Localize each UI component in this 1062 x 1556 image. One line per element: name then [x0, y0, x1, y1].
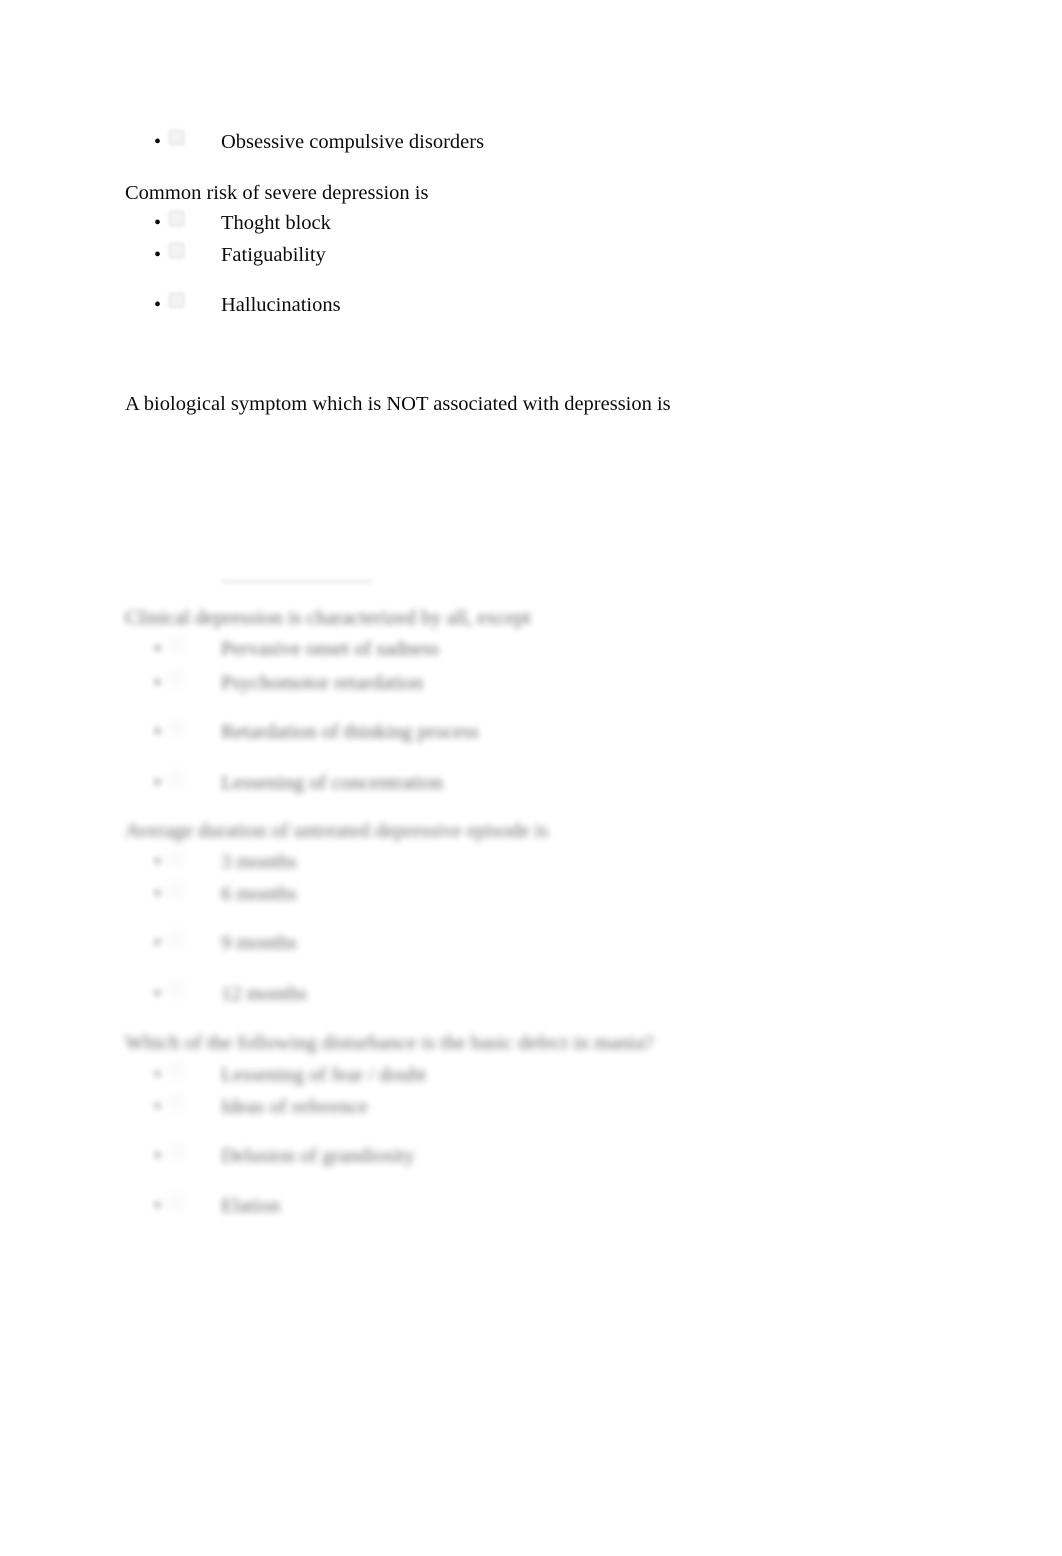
list-item[interactable]: • Fatiguability [125, 243, 326, 269]
bullet-icon: • [153, 772, 161, 794]
list-item[interactable]: • 6 months [125, 882, 297, 908]
bullet-icon: • [153, 244, 161, 266]
list-item[interactable]: • 12 months [125, 982, 307, 1008]
list-item[interactable]: • Lessening of fear / doubt [125, 1063, 426, 1089]
checkbox-icon[interactable] [161, 1095, 191, 1110]
checkbox-icon[interactable] [161, 882, 191, 897]
option-label: Delusion of grandiosity [221, 1145, 415, 1167]
checkbox-icon[interactable] [161, 1194, 191, 1209]
bullet-icon: • [153, 1145, 161, 1167]
list-item[interactable]: • 3 months [125, 850, 297, 876]
bullet-icon: • [153, 851, 161, 873]
option-label: Psychomotor retardation [221, 672, 424, 694]
list-item[interactable]: • Retardation of thinking process [125, 720, 479, 746]
option-label: 9 months [221, 932, 297, 954]
option-label: Elation [221, 1195, 281, 1217]
bullet-icon: • [153, 1096, 161, 1118]
checkbox-icon[interactable] [161, 1063, 191, 1078]
checkbox-icon[interactable] [161, 671, 191, 686]
bullet-icon: • [153, 983, 161, 1005]
list-item[interactable]: • 9 months [125, 931, 297, 957]
list-item[interactable]: • Ideas of reference [125, 1095, 368, 1121]
question-text-basic-defect-mania: Which of the following disturbance is th… [125, 1032, 654, 1054]
list-item[interactable]: • Hallucinations [125, 293, 341, 319]
bullet-icon: • [153, 932, 161, 954]
list-item[interactable]: • Pervasive onset of sadness [125, 637, 439, 663]
checkbox-icon[interactable] [161, 130, 191, 145]
option-label: Hallucinations [221, 294, 341, 316]
question-text-common-risk: Common risk of severe depression is [125, 182, 429, 204]
list-item[interactable]: • Delusion of grandiosity [125, 1144, 415, 1170]
option-label: 3 months [221, 851, 297, 873]
option-label: Thoght block [221, 212, 331, 234]
checkbox-icon[interactable] [161, 982, 191, 997]
checkbox-icon[interactable] [161, 931, 191, 946]
list-item[interactable]: • Elation [125, 1194, 280, 1220]
option-label: Fatiguability [221, 244, 326, 266]
bullet-icon: • [153, 294, 161, 316]
question-text-clinical-depression: Clinical depression is characterized by … [125, 607, 531, 629]
bullet-icon: • [153, 638, 161, 660]
checkbox-icon[interactable] [161, 720, 191, 735]
question-text-biological-symptom: A biological symptom which is NOT associ… [125, 393, 671, 415]
option-label: Obsessive compulsive disorders [221, 131, 485, 153]
option-label: Retardation of thinking process [221, 721, 479, 743]
option-label: Lessening of concentration [221, 772, 444, 794]
bullet-icon: • [153, 1195, 161, 1217]
option-label: Pervasive onset of sadness [221, 638, 440, 660]
question-text-average-duration: Average duration of untreated depressive… [125, 820, 549, 842]
checkbox-icon[interactable] [161, 243, 191, 258]
bullet-icon: • [153, 672, 161, 694]
bullet-icon: • [153, 1064, 161, 1086]
list-item[interactable]: • Psychomotor retardation [125, 671, 423, 697]
ghost-underline-artifact [222, 580, 372, 583]
bullet-icon: • [153, 131, 161, 153]
option-label: 6 months [221, 883, 297, 905]
option-label: Ideas of reference [221, 1096, 368, 1118]
bullet-icon: • [153, 212, 161, 234]
list-item[interactable]: • Obsessive compulsive disorders [125, 130, 484, 156]
bullet-icon: • [153, 883, 161, 905]
list-item[interactable]: • Lessening of concentration [125, 771, 443, 797]
list-item[interactable]: • Thoght block [125, 211, 331, 237]
checkbox-icon[interactable] [161, 850, 191, 865]
checkbox-icon[interactable] [161, 1144, 191, 1159]
checkbox-icon[interactable] [161, 637, 191, 652]
checkbox-icon[interactable] [161, 211, 191, 226]
checkbox-icon[interactable] [161, 771, 191, 786]
document-page: • Obsessive compulsive disorders Common … [0, 0, 1062, 1556]
option-label: 12 months [221, 983, 307, 1005]
checkbox-icon[interactable] [161, 293, 191, 308]
bullet-icon: • [153, 721, 161, 743]
option-label: Lessening of fear / doubt [221, 1064, 426, 1086]
